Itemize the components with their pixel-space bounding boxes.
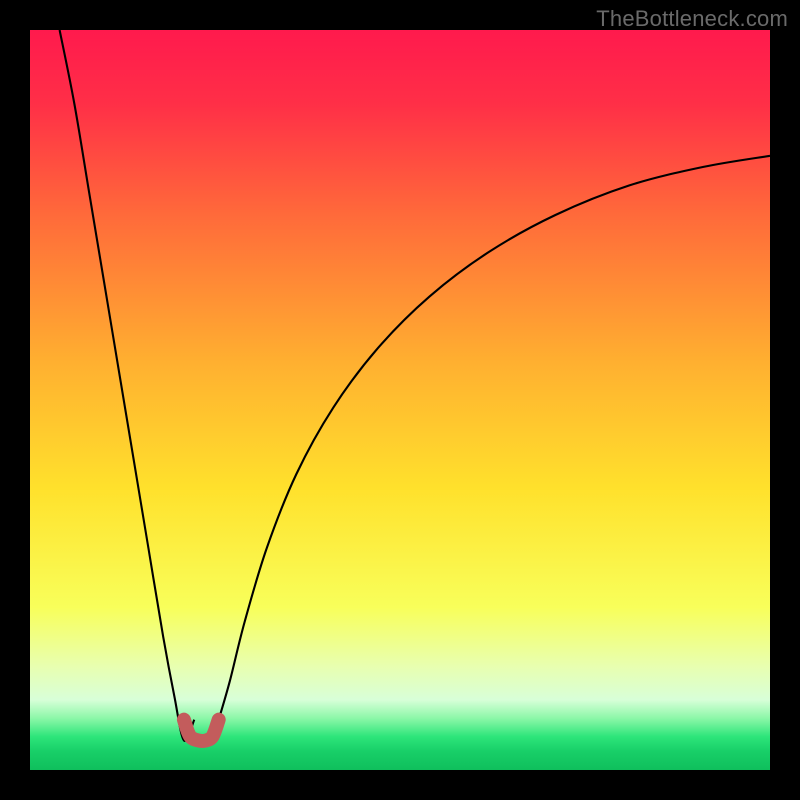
- chart-frame: [30, 30, 770, 770]
- watermark-text: TheBottleneck.com: [596, 6, 788, 32]
- gradient-background: [30, 30, 770, 770]
- chart-plot: [30, 30, 770, 770]
